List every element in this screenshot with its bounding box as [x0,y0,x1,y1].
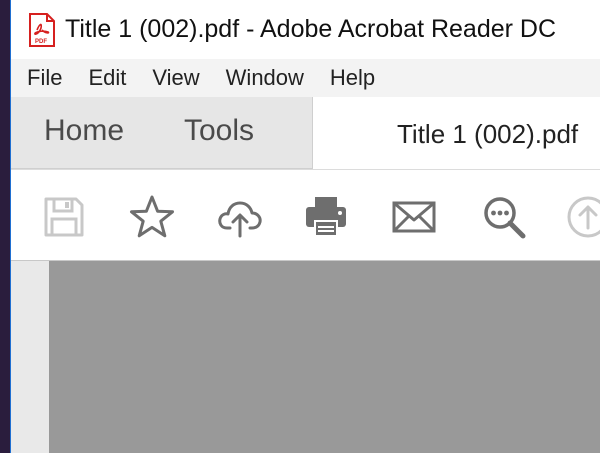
home-tools-nav: Home Tools [11,97,313,169]
document-canvas[interactable] [49,261,600,453]
tab-home[interactable]: Home [44,97,124,169]
upload-cloud-icon [218,201,262,238]
svg-text:PDF: PDF [35,39,47,45]
upload-to-cloud-button[interactable] [215,192,265,242]
document-area [11,261,600,453]
print-button[interactable] [301,192,351,242]
save-icon [44,197,84,237]
acrobat-window: PDF Title 1 (002).pdf - Adobe Acrobat Re… [10,0,600,453]
email-icon [392,201,436,233]
tab-tools[interactable]: Tools [184,97,254,169]
menu-help[interactable]: Help [317,59,388,97]
menu-bar: File Edit View Window Help [11,59,600,97]
email-button[interactable] [389,192,439,242]
search-button[interactable] [479,192,529,242]
print-icon [306,197,346,237]
desktop-background [0,0,10,453]
tab-document[interactable]: Title 1 (002).pdf [397,97,578,169]
upload-button[interactable] [563,192,600,242]
toolbar [11,169,600,261]
menu-view[interactable]: View [139,59,212,97]
menu-file[interactable]: File [11,59,75,97]
tab-bar: Home Tools Title 1 (002).pdf [11,97,600,169]
bookmark-button[interactable] [127,192,177,242]
window-title: Title 1 (002).pdf - Adobe Acrobat Reader… [65,15,557,43]
search-icon [484,197,526,239]
title-bar: PDF Title 1 (002).pdf - Adobe Acrobat Re… [11,0,600,59]
menu-edit[interactable]: Edit [75,59,139,97]
bookmark-star-icon [130,195,174,238]
menu-window[interactable]: Window [213,59,317,97]
save-button[interactable] [39,192,89,242]
pdf-file-icon: PDF [29,12,55,47]
upload-arrow-icon [567,196,600,238]
left-panel-rail [11,261,49,453]
